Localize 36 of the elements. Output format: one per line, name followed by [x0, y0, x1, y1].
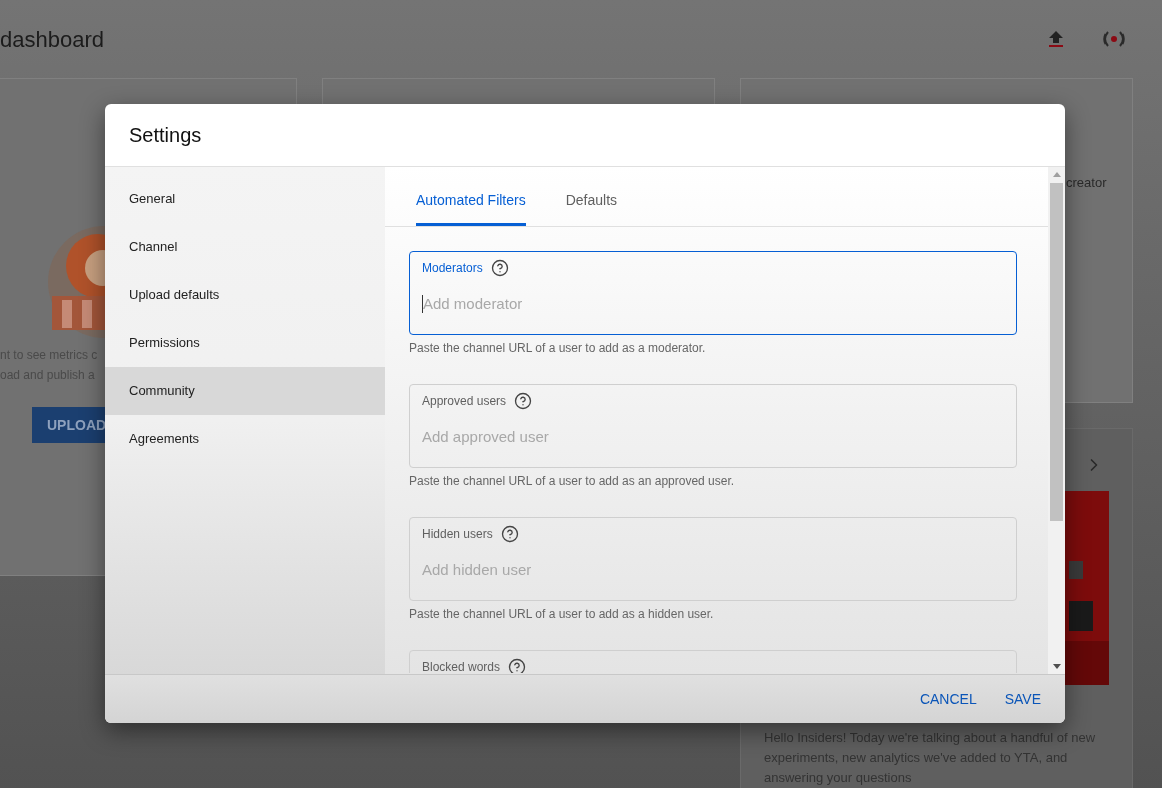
sidebar-item[interactable]: Permissions: [105, 319, 385, 367]
live-broadcast-icon[interactable]: [1102, 31, 1126, 47]
help-icon[interactable]: [490, 259, 509, 277]
input-field[interactable]: Add moderator: [423, 292, 1004, 316]
dialog-button[interactable]: SAVE: [996, 681, 1049, 717]
help-icon[interactable]: [508, 658, 527, 673]
field-label: Moderators: [422, 261, 483, 275]
sidebar-item[interactable]: Community: [105, 367, 385, 415]
field-label: Approved users: [422, 394, 507, 408]
input-field[interactable]: Add approved user: [422, 425, 1004, 449]
help-icon[interactable]: [514, 392, 533, 410]
input-field[interactable]: Add hidden user: [422, 558, 1004, 582]
text-field[interactable]: Moderators Add moderator: [409, 251, 1017, 335]
upload-icon[interactable]: [1048, 30, 1064, 48]
tab[interactable]: Defaults: [565, 182, 618, 226]
field-label: Blocked words: [422, 660, 501, 673]
field-label: Hidden users: [422, 527, 493, 541]
page-title: dashboard: [0, 25, 104, 54]
scroll-down-icon[interactable]: [1052, 664, 1061, 670]
help-icon[interactable]: [500, 525, 519, 543]
text-field[interactable]: Approved users Add approved user: [409, 384, 1017, 468]
sidebar-item[interactable]: Channel: [105, 223, 385, 271]
card-text: creator: [1066, 175, 1107, 190]
tab[interactable]: Automated Filters: [416, 182, 526, 226]
text-field[interactable]: Hidden users Add hidden user: [409, 517, 1017, 601]
scrollbar-thumb[interactable]: [1050, 183, 1063, 521]
field-hint: Paste the channel URL of a user to add as a hidden user.: [409, 606, 715, 623]
scrollbar[interactable]: [1048, 167, 1065, 674]
scroll-up-icon[interactable]: [1052, 171, 1061, 177]
sidebar-item[interactable]: Upload defaults: [105, 271, 385, 319]
text-caret: [422, 295, 423, 313]
sidebar-item[interactable]: General: [105, 175, 385, 223]
field-hint: Paste the channel URL of a user to add as an approved user.: [409, 473, 736, 490]
dialog-title: Settings: [129, 123, 202, 148]
field-hint: Paste the channel URL of a user to add as a moderator.: [409, 340, 707, 357]
dialog-button[interactable]: CANCEL: [911, 681, 985, 717]
